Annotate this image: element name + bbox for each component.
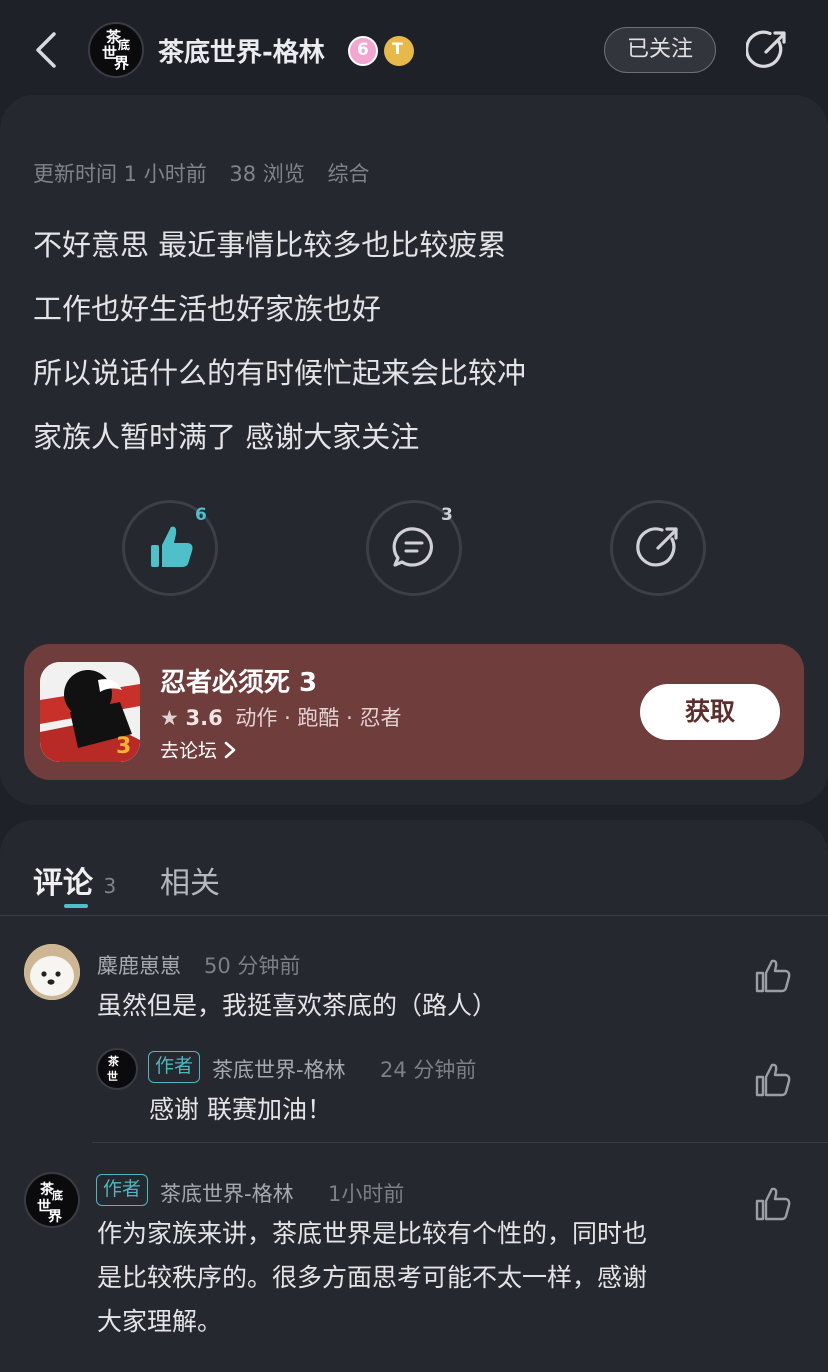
level-badge-icon: 6 xyxy=(348,36,378,66)
game-title: 忍者必须死 3 xyxy=(160,668,318,698)
share-icon[interactable] xyxy=(745,28,790,72)
author-avatar[interactable]: 茶 底 世 界 xyxy=(88,22,144,78)
tier-badge-text: T xyxy=(392,39,403,58)
game-icon: 3 xyxy=(40,662,140,762)
avatar-char: 界 xyxy=(114,54,130,72)
commenter-name[interactable]: 麋鹿崽崽 xyxy=(97,950,181,980)
active-tab-indicator xyxy=(64,904,88,908)
post-line: 工作也好生活也好家族也好 xyxy=(33,292,382,326)
comment-button[interactable]: 3 xyxy=(366,500,462,596)
post-line: 家族人暂时满了 感谢大家关注 xyxy=(33,420,420,454)
like-count: 6 xyxy=(195,505,207,525)
commenter-avatar[interactable]: 茶 底 世 界 xyxy=(24,1172,80,1228)
commenter-avatar[interactable] xyxy=(24,944,80,1000)
author-name[interactable]: 茶底世界-格林 xyxy=(158,32,325,69)
post-meta: 更新时间 1 小时前 38 浏览 综合 xyxy=(33,158,386,188)
like-button[interactable]: 6 xyxy=(122,500,218,596)
get-button[interactable]: 获取 xyxy=(640,684,780,740)
author-tag: 作者 xyxy=(96,1174,149,1206)
game-tags: 动作 · 跑酷 · 忍者 xyxy=(235,706,402,730)
tier-badge-icon: T xyxy=(384,36,414,66)
game-icon-number: 3 xyxy=(116,734,132,759)
comment-text-line: 是比较秩序的。很多方面思考可能不太一样，感谢 xyxy=(97,1263,648,1292)
update-time: 更新时间 1 小时前 xyxy=(33,162,207,186)
avatar-char: 世 xyxy=(107,1070,118,1083)
star-icon: ★ xyxy=(160,706,179,730)
author-tag: 作者 xyxy=(148,1051,201,1083)
share-icon xyxy=(636,527,678,567)
game-rating: 3.6 xyxy=(185,706,223,730)
comment-divider xyxy=(92,1142,828,1143)
share-button[interactable] xyxy=(610,500,706,596)
post-line: 不好意思 最近事情比较多也比较疲累 xyxy=(33,228,507,262)
top-bar: 茶 底 世 界 茶底世界-格林 6 T 已关注 xyxy=(0,0,828,100)
view-count: 38 浏览 xyxy=(229,162,305,186)
thumbs-up-icon[interactable] xyxy=(754,1062,792,1098)
tab-comments-count: 3 xyxy=(103,874,117,898)
forum-link[interactable]: 去论坛 xyxy=(160,736,237,763)
forum-link-label: 去论坛 xyxy=(160,740,218,762)
level-badge-text: 6 xyxy=(357,40,369,60)
reply-time: 24 分钟前 xyxy=(380,1058,477,1082)
comment-text: 虽然但是，我挺喜欢茶底的（路人） xyxy=(97,991,498,1020)
tab-comments-label: 评论 xyxy=(33,866,93,901)
post-line: 所以说话什么的有时候忙起来会比较冲 xyxy=(33,356,527,390)
comment-text-line: 作为家族来讲，茶底世界是比较有个性的，同时也 xyxy=(97,1219,648,1248)
reply-author-name[interactable]: 茶底世界-格林 xyxy=(212,1054,346,1084)
comment-time: 50 分钟前 xyxy=(204,954,301,978)
avatar-char: 茶 xyxy=(108,1055,119,1068)
chevron-right-icon xyxy=(223,740,237,762)
avatar-char: 界 xyxy=(48,1209,62,1225)
thumbs-up-icon[interactable] xyxy=(754,1186,792,1222)
commenter-name[interactable]: 茶底世界-格林 xyxy=(160,1178,294,1208)
back-arrow-icon[interactable] xyxy=(30,30,66,70)
game-meta: ★ 3.6 动作 · 跑酷 · 忍者 xyxy=(160,702,401,732)
avatar-char: 底 xyxy=(118,38,131,52)
comment-count: 3 xyxy=(441,505,453,525)
tab-related[interactable]: 相关 xyxy=(160,858,220,902)
tab-comments[interactable]: 评论 3 xyxy=(33,858,116,902)
thumbs-up-icon[interactable] xyxy=(754,958,792,994)
post-category: 综合 xyxy=(327,162,370,186)
tabs-divider xyxy=(0,915,828,916)
game-card[interactable]: 3 忍者必须死 3 ★ 3.6 动作 · 跑酷 · 忍者 去论坛 获取 xyxy=(24,644,804,780)
reply-text: 感谢 联赛加油！ xyxy=(149,1095,332,1124)
follow-button[interactable]: 已关注 xyxy=(604,27,716,73)
reply-author-avatar[interactable]: 茶 世 xyxy=(96,1048,138,1090)
comment-time: 1小时前 xyxy=(328,1182,405,1206)
avatar-char: 底 xyxy=(52,1189,63,1202)
comment-text-line: 大家理解。 xyxy=(97,1307,223,1336)
